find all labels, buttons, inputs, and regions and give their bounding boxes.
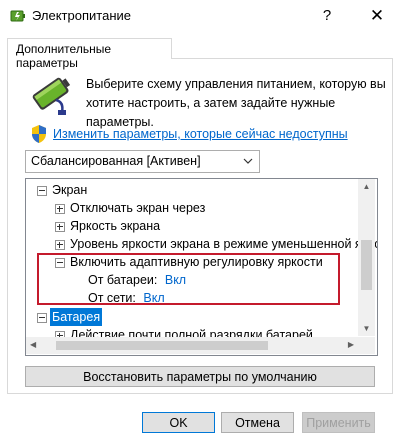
horizontal-scroll-thumb[interactable]: [56, 341, 268, 350]
expand-icon[interactable]: [55, 240, 65, 250]
collapse-icon[interactable]: [55, 258, 65, 268]
power-plan-select[interactable]: Сбалансированная [Активен]: [25, 150, 260, 173]
scroll-left-icon[interactable]: ◀: [30, 340, 36, 349]
on-battery-value[interactable]: Вкл: [165, 273, 186, 287]
tab-label: Дополнительные параметры: [16, 42, 111, 70]
scroll-up-icon[interactable]: ▲: [358, 182, 375, 191]
ok-button[interactable]: OK: [142, 412, 215, 433]
vertical-scroll-thumb[interactable]: [361, 240, 372, 290]
selected-label: Батарея: [50, 308, 103, 326]
tree-item-plugged-in[interactable]: От сети: Вкл: [88, 289, 165, 307]
power-plan-value: Сбалансированная [Активен]: [31, 154, 201, 168]
close-button[interactable]: ✕: [360, 2, 394, 30]
power-options-icon: [10, 10, 25, 22]
expand-icon[interactable]: [55, 204, 65, 214]
tab-advanced-settings[interactable]: Дополнительные параметры: [7, 38, 172, 70]
tree-item-on-battery[interactable]: От батареи: Вкл: [88, 271, 186, 289]
scrollbar-corner: [358, 337, 375, 354]
scroll-down-icon[interactable]: ▼: [358, 324, 375, 333]
uac-shield-icon: [32, 125, 46, 143]
apply-button: Применить: [302, 412, 375, 433]
expand-icon[interactable]: [55, 222, 65, 232]
cancel-button[interactable]: Отмена: [221, 412, 294, 433]
window-title: Электропитание: [32, 8, 131, 23]
plugged-in-value[interactable]: Вкл: [143, 291, 164, 305]
battery-icon: [32, 77, 71, 115]
collapse-icon[interactable]: [37, 313, 47, 323]
help-button[interactable]: ?: [310, 2, 344, 30]
restore-defaults-button[interactable]: Восстановить параметры по умолчанию: [25, 366, 375, 387]
collapse-icon[interactable]: [37, 186, 47, 196]
settings-tree: Экран Отключать экран через Яркость экра…: [25, 178, 378, 356]
change-unavailable-settings-link[interactable]: Изменить параметры, которые сейчас недос…: [53, 127, 348, 141]
scroll-right-icon[interactable]: ▶: [348, 340, 354, 349]
description-text: Выберите схему управления питанием, кото…: [86, 77, 386, 129]
chevron-down-icon: [243, 158, 253, 164]
